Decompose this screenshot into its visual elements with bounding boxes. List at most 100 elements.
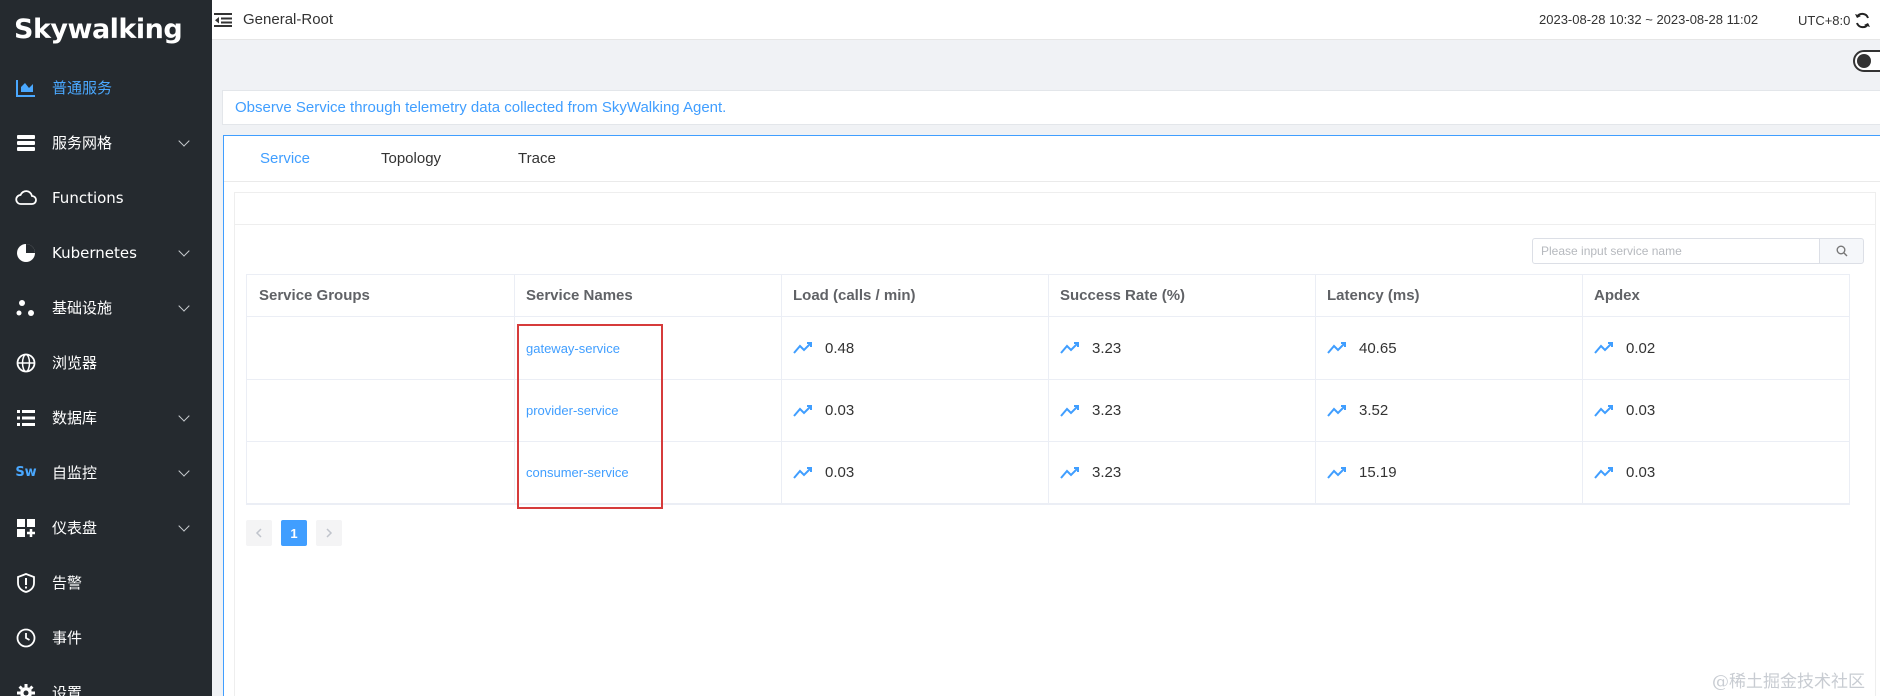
- globe-icon: [14, 351, 38, 375]
- highlight-annotation-box: [517, 324, 663, 509]
- load-cell: 0.48: [781, 317, 1048, 379]
- pagination-page-current[interactable]: 1: [281, 520, 307, 546]
- trend-icon[interactable]: [1327, 466, 1347, 480]
- service-group-cell: [247, 442, 514, 503]
- search-icon: [1836, 245, 1847, 257]
- service-table: Service Groups Service Names Load (calls…: [246, 274, 1850, 505]
- trend-icon[interactable]: [1327, 341, 1347, 355]
- trend-icon[interactable]: [1594, 341, 1614, 355]
- tab-bar: Service Topology Trace: [224, 136, 1880, 182]
- widget-header: [235, 193, 1875, 225]
- timezone-label[interactable]: UTC+8:0: [1798, 13, 1850, 28]
- success-rate-value: 3.23: [1092, 339, 1122, 357]
- page-title: General-Root: [243, 11, 334, 28]
- refresh-icon[interactable]: [1854, 12, 1871, 29]
- trend-icon[interactable]: [1594, 404, 1614, 418]
- chevron-down-icon: [178, 245, 190, 257]
- success-rate-value: 3.23: [1092, 402, 1122, 419]
- sw-icon: Sw: [15, 465, 37, 480]
- list-icon: [14, 406, 38, 430]
- sidebar-item-events[interactable]: 事件: [0, 610, 212, 665]
- watermark: @稀土掘金技术社区: [1712, 672, 1865, 692]
- column-header-service-groups: Service Groups: [259, 287, 370, 304]
- apdex-value: 0.03: [1626, 464, 1656, 481]
- top-header: General-Root 2023-08-28 10:32 ~ 2023-08-…: [212, 0, 1880, 40]
- tab-topology[interactable]: Topology: [381, 150, 441, 167]
- trend-icon[interactable]: [1060, 466, 1080, 480]
- sidebar-item-browser[interactable]: 浏览器: [0, 335, 212, 390]
- column-divider: [1048, 275, 1049, 504]
- sidebar-item-label: 告警: [52, 574, 83, 592]
- logo-text: Skywalking: [14, 14, 183, 45]
- latency-value: 15.19: [1359, 464, 1397, 481]
- bar-chart-icon: [14, 76, 38, 100]
- trend-icon[interactable]: [1060, 341, 1080, 355]
- sidebar-item-infrastructure[interactable]: 基础设施: [0, 280, 212, 335]
- latency-cell: 3.52: [1315, 380, 1582, 441]
- sidebar-item-dashboard[interactable]: 仪表盘: [0, 500, 212, 555]
- apdex-value: 0.02: [1626, 339, 1656, 357]
- column-divider: [1315, 275, 1316, 504]
- sidebar-item-self-observability[interactable]: Sw 自监控: [0, 445, 212, 500]
- tab-trace[interactable]: Trace: [518, 150, 556, 167]
- sidebar-item-label: 自监控: [52, 464, 98, 482]
- column-header-success-rate: Success Rate (%): [1060, 287, 1186, 304]
- page-description: Observe Service through telemetry data c…: [222, 90, 1880, 125]
- chevron-down-icon: [178, 300, 190, 312]
- pagination-next-button[interactable]: [316, 520, 342, 546]
- search-button[interactable]: [1819, 238, 1864, 264]
- trend-icon[interactable]: [1327, 404, 1347, 418]
- apdex-value: 0.03: [1626, 402, 1656, 419]
- skywalking-logo[interactable]: Skywalking: [0, 0, 212, 60]
- alert-shield-icon: [14, 571, 38, 595]
- column-header-apdex: Apdex: [1594, 287, 1640, 304]
- menu-collapse-icon[interactable]: [214, 12, 232, 28]
- apdex-cell: 0.02: [1582, 317, 1849, 379]
- success-rate-value: 3.23: [1092, 464, 1122, 481]
- success-rate-cell: 3.23: [1048, 317, 1315, 379]
- dashboard-icon: [14, 516, 38, 540]
- sidebar-item-database[interactable]: 数据库: [0, 390, 212, 445]
- sidebar-item-label: 服务网格: [52, 134, 113, 152]
- pagination-prev-button[interactable]: [246, 520, 272, 546]
- sidebar-item-general-service[interactable]: 普通服务: [0, 60, 212, 115]
- trend-icon[interactable]: [1594, 466, 1614, 480]
- trend-icon[interactable]: [793, 341, 813, 355]
- trend-icon[interactable]: [1060, 404, 1080, 418]
- edit-mode-toggle[interactable]: [1853, 50, 1880, 72]
- trend-icon[interactable]: [793, 466, 813, 480]
- sidebar-item-service-mesh[interactable]: 服务网格: [0, 115, 212, 170]
- trend-icon[interactable]: [793, 404, 813, 418]
- service-group-cell: [247, 380, 514, 441]
- chevron-down-icon: [178, 520, 190, 532]
- chevron-down-icon: [178, 410, 190, 422]
- pie-chart-icon: [14, 241, 38, 265]
- success-rate-cell: 3.23: [1048, 442, 1315, 503]
- apdex-cell: 0.03: [1582, 442, 1849, 503]
- service-search: [1532, 238, 1864, 264]
- column-divider: [514, 275, 515, 504]
- chevron-down-icon: [178, 465, 190, 477]
- sidebar-item-label: 设置: [52, 684, 83, 696]
- sidebar-item-kubernetes[interactable]: Kubernetes: [0, 225, 212, 280]
- load-value: 0.03: [825, 402, 855, 419]
- sidebar-item-functions[interactable]: Functions: [0, 170, 212, 225]
- latency-cell: 40.65: [1315, 317, 1582, 379]
- chevron-down-icon: [178, 135, 190, 147]
- server-icon: [14, 131, 38, 155]
- column-header-service-names: Service Names: [526, 287, 633, 304]
- search-input[interactable]: [1533, 239, 1819, 263]
- sidebar-item-settings[interactable]: 设置: [0, 665, 212, 696]
- time-range-picker[interactable]: 2023-08-28 10:32 ~ 2023-08-28 11:02: [1539, 12, 1758, 27]
- cloud-icon: [14, 186, 38, 210]
- sidebar-item-label: 基础设施: [52, 299, 113, 317]
- sidebar-item-alerting[interactable]: 告警: [0, 555, 212, 610]
- sidebar-item-label: 数据库: [52, 409, 98, 427]
- sidebar-item-label: 浏览器: [52, 354, 98, 372]
- sidebar-item-label: Kubernetes: [52, 243, 137, 262]
- success-rate-cell: 3.23: [1048, 380, 1315, 441]
- column-header-load: Load (calls / min): [793, 287, 916, 304]
- sidebar: Skywalking 普通服务 服务网格 Functions Kubernete…: [0, 0, 212, 696]
- load-value: 0.48: [825, 339, 855, 357]
- tab-service[interactable]: Service: [260, 150, 310, 167]
